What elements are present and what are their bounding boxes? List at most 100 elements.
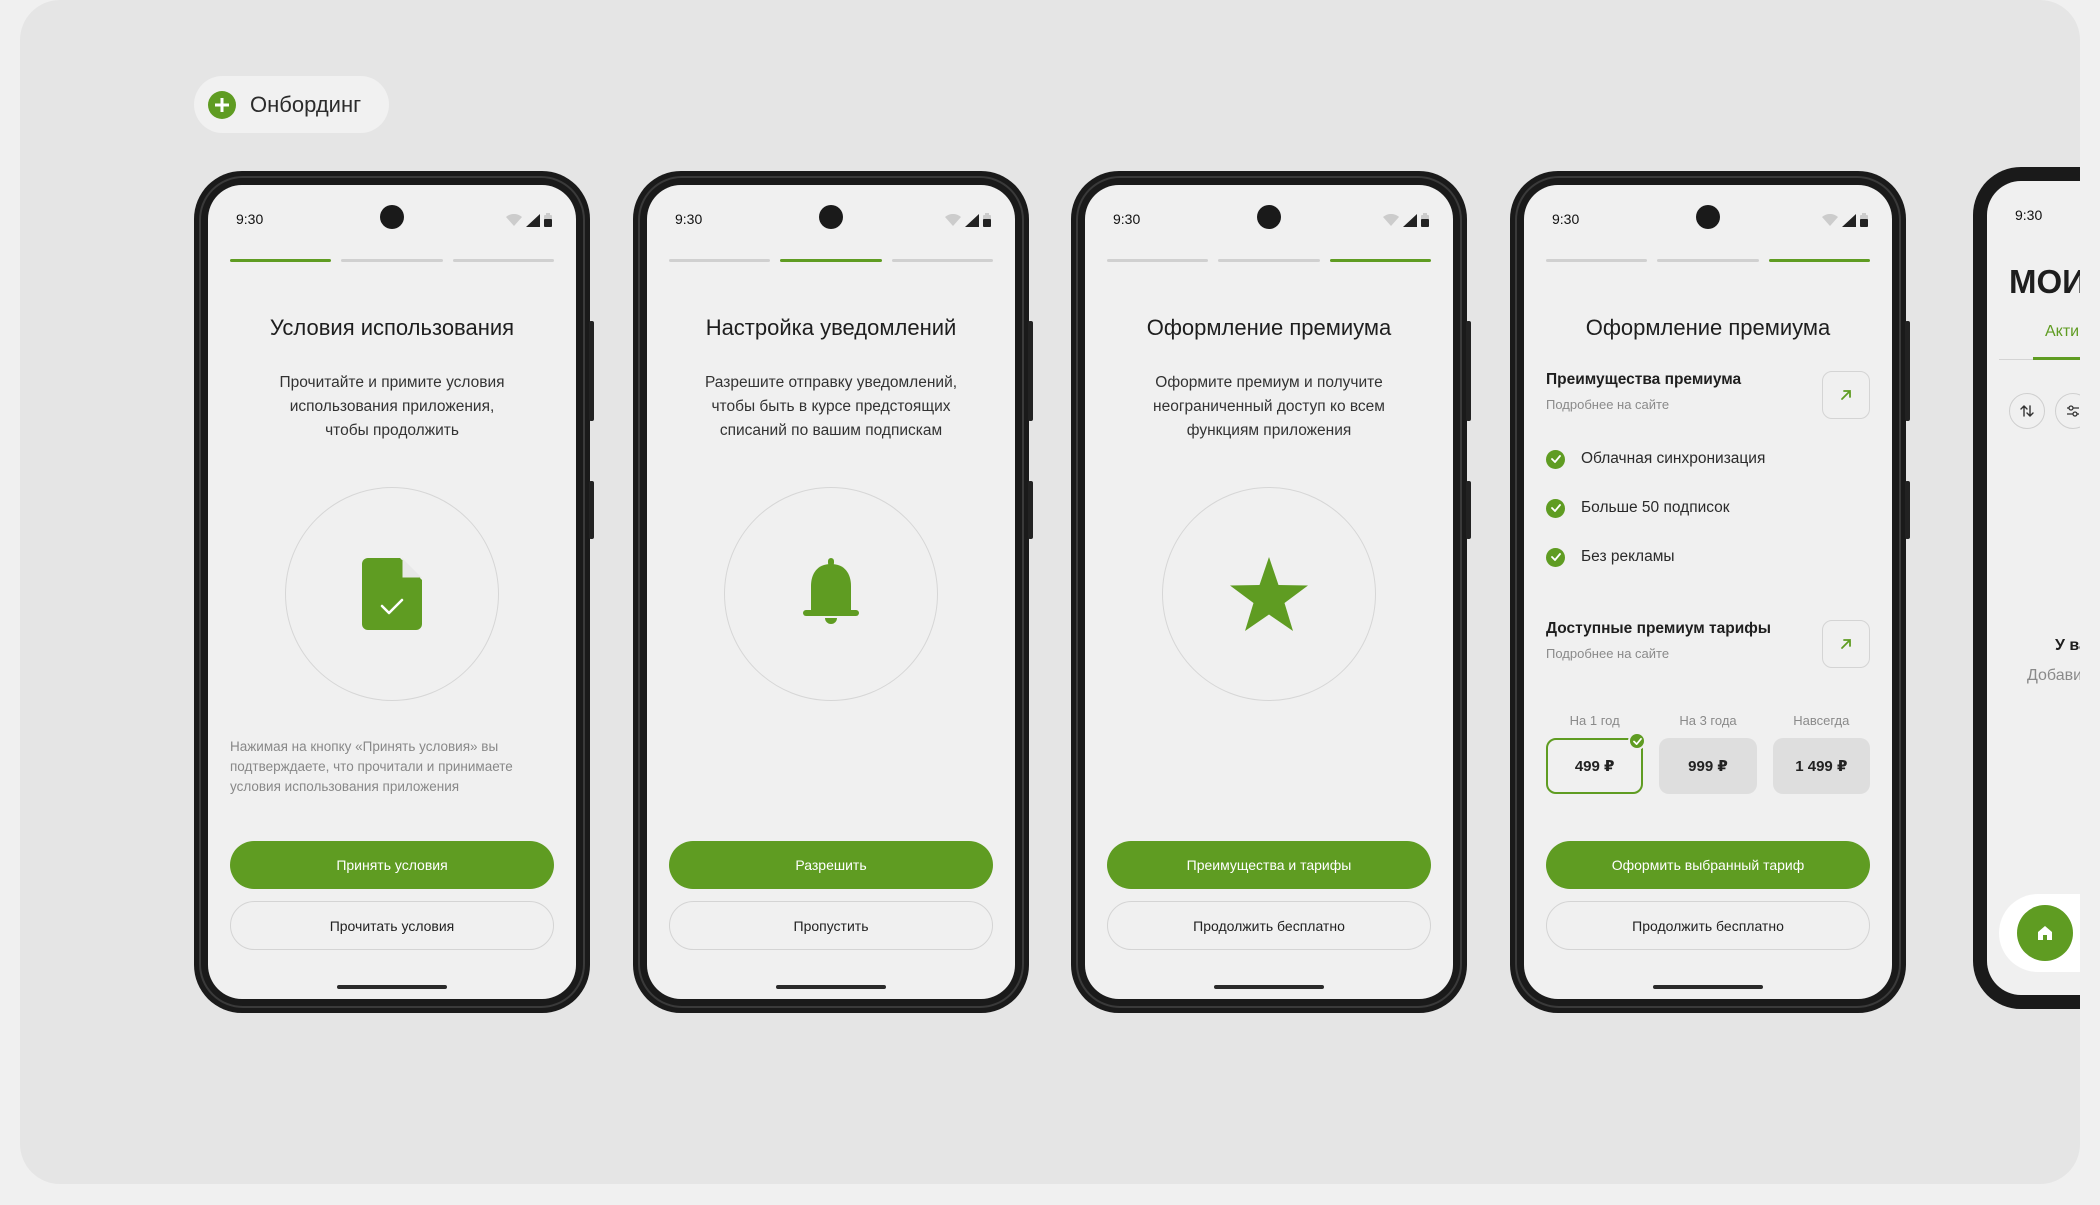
signal-icon <box>526 213 540 227</box>
signal-icon <box>1403 213 1417 227</box>
feature-item: Без рекламы <box>1546 545 1870 569</box>
allow-notifications-button[interactable]: Разрешить <box>669 841 993 889</box>
onboarding-progress <box>669 259 993 262</box>
selected-check-icon <box>1628 732 1647 750</box>
sort-icon <box>2020 405 2034 417</box>
continue-free-button[interactable]: Продолжить бесплатно <box>1546 901 1870 950</box>
screen-description: Прочитайте и примите условия использован… <box>279 374 505 439</box>
benefits-section: Преимущества премиума Подробнее на сайте <box>1546 371 1870 419</box>
illustration-circle <box>724 487 938 701</box>
benefits-external-link-button[interactable] <box>1822 371 1870 419</box>
status-time: 9:30 <box>1552 211 1580 227</box>
progress-step <box>891 259 993 262</box>
subscribe-selected-plan-button[interactable]: Оформить выбранный тариф <box>1546 841 1870 889</box>
front-camera <box>1257 205 1281 229</box>
plan-price-box[interactable]: 999 ₽ <box>1659 738 1757 794</box>
sort-button[interactable] <box>2009 393 2045 429</box>
signal-icon <box>1842 213 1856 227</box>
progress-step <box>452 259 554 262</box>
progress-step <box>1657 259 1759 262</box>
wifi-icon <box>1822 214 1838 226</box>
plans-external-link-button[interactable] <box>1822 620 1870 668</box>
status-time: 9:30 <box>236 211 264 227</box>
wifi-icon <box>506 214 522 226</box>
wifi-icon <box>945 214 961 226</box>
check-icon <box>1546 547 1565 567</box>
home-nav-button[interactable] <box>2017 905 2073 961</box>
section-chip[interactable]: Онбординг <box>194 76 390 133</box>
battery-icon <box>1421 213 1429 227</box>
continue-free-button[interactable]: Продолжить бесплатно <box>1107 901 1431 950</box>
accept-terms-button[interactable]: Принять условия <box>230 841 554 889</box>
front-camera <box>1696 205 1720 229</box>
skip-button[interactable]: Пропустить <box>669 901 993 950</box>
feature-item: Облачная синхронизация <box>1546 447 1870 471</box>
screen-title: Оформление премиума <box>1146 315 1392 340</box>
progress-step <box>230 259 332 262</box>
screen-title: Условия использования <box>269 315 515 340</box>
plan-price-box[interactable]: 1 499 ₽ <box>1772 738 1870 794</box>
home-indicator[interactable] <box>1653 985 1763 989</box>
check-icon <box>1546 449 1565 469</box>
plans-section: Доступные премиум тарифы Подробнее на са… <box>1546 620 1870 668</box>
screen-title: МОИ П <box>2009 263 2080 300</box>
status-time: 9:30 <box>1113 211 1141 227</box>
home-indicator[interactable] <box>337 985 447 989</box>
plus-icon <box>208 90 236 119</box>
plan-option[interactable]: Навсегда 1 499 ₽ <box>1772 713 1870 794</box>
benefits-and-plans-button[interactable]: Преимущества и тарифы <box>1107 841 1431 889</box>
progress-step <box>341 259 443 262</box>
terms-note: Нажимая на кнопку «Принять условия» вы п… <box>230 739 513 794</box>
progress-step <box>1107 259 1209 262</box>
screen-subscriptions: 9:30 МОИ П Активн У вас Добавить <box>1987 181 2080 995</box>
progress-step <box>1546 259 1648 262</box>
tab-indicator <box>2033 357 2080 360</box>
progress-step <box>669 259 771 262</box>
screen-notifications: 9:30 Настройка уведомлений Разрешите отп… <box>647 185 1015 999</box>
phone-premium-plans: 9:30 Оформление премиума Преимущества пр… <box>1510 171 1910 1013</box>
filter-button[interactable] <box>2055 393 2080 429</box>
front-camera <box>819 205 843 229</box>
plan-option[interactable]: На 1 год 499 ₽ <box>1546 713 1647 794</box>
phone-terms: 9:30 Условия использования Прочитайте и … <box>194 171 594 1013</box>
read-terms-button[interactable]: Прочитать условия <box>230 901 554 950</box>
check-icon <box>1546 498 1565 518</box>
screen-description: Разрешите отправку уведомлений, чтобы бы… <box>704 374 958 439</box>
arrow-up-right-icon <box>1841 390 1851 400</box>
plan-price-box[interactable]: 499 ₽ <box>1546 732 1647 794</box>
progress-step <box>1218 259 1320 262</box>
illustration-circle <box>285 487 499 701</box>
empty-state-title: У вас <box>2055 637 2080 654</box>
feature-item: Больше 50 подписок <box>1546 496 1870 520</box>
star-icon <box>1230 557 1308 631</box>
document-check-icon <box>362 558 422 630</box>
sliders-icon <box>2067 405 2079 417</box>
screen-premium-intro: 9:30 Оформление премиума Оформите премиу… <box>1085 185 1453 999</box>
onboarding-progress <box>230 259 554 262</box>
screen-terms: 9:30 Условия использования Прочитайте и … <box>208 185 576 999</box>
phone-premium-intro: 9:30 Оформление премиума Оформите премиу… <box>1071 171 1471 1013</box>
onboarding-progress <box>1546 259 1870 262</box>
phone-notifications: 9:30 Настройка уведомлений Разрешите отп… <box>633 171 1033 1013</box>
home-indicator[interactable] <box>776 985 886 989</box>
plan-option[interactable]: На 3 года 999 ₽ <box>1659 713 1757 794</box>
screen-title: Настройка уведомлений <box>705 315 957 340</box>
status-bar: 9:30 <box>2015 207 2080 227</box>
status-time: 9:30 <box>675 211 703 227</box>
screen-title: Оформление премиума <box>1585 315 1831 340</box>
tab-active[interactable]: Активн <box>2045 323 2080 341</box>
status-time: 9:30 <box>2015 207 2043 223</box>
front-camera <box>380 205 404 229</box>
arrow-up-right-icon <box>1841 639 1851 649</box>
progress-step <box>1768 259 1870 262</box>
home-icon <box>2038 926 2052 940</box>
battery-icon <box>1860 213 1868 227</box>
progress-step <box>1329 259 1431 262</box>
bell-icon <box>803 558 859 624</box>
bottom-nav <box>1999 894 2080 972</box>
empty-state-action[interactable]: Добавить <box>2027 667 2080 685</box>
section-chip-label: Онбординг <box>250 91 362 117</box>
screen-premium-plans: 9:30 Оформление премиума Преимущества пр… <box>1524 185 1892 999</box>
progress-step <box>780 259 882 262</box>
home-indicator[interactable] <box>1214 985 1324 989</box>
